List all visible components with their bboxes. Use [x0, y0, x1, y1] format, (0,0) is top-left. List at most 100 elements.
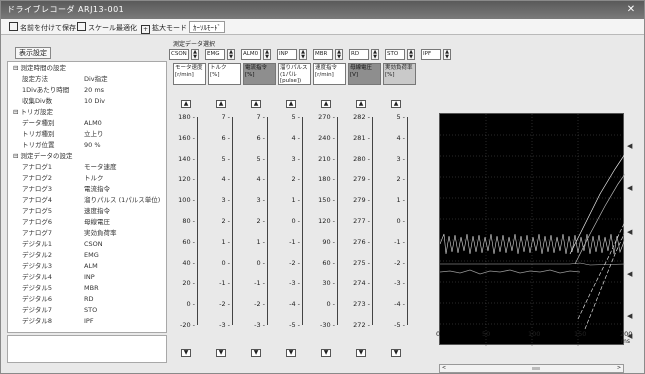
save-as-button[interactable]: 名前を付けて保存 [5, 21, 80, 33]
tree-item-key: デジタル8 [22, 317, 53, 325]
tree-item[interactable]: アナログ3 電流指令 [8, 185, 166, 195]
tree-item[interactable]: アナログ4 溜りパルス (1パルス単位) [8, 196, 166, 206]
scale-up-icon[interactable]: ▲ [181, 100, 191, 108]
tree-item-key: アナログ3 [22, 185, 53, 193]
axis-tick: 2 - [256, 217, 265, 225]
tree-item[interactable]: デジタル4 INP [8, 273, 166, 283]
scroll-right-icon[interactable]: > [615, 365, 623, 372]
tree-item[interactable]: 収集Div数 10 Div [8, 97, 166, 107]
axis-tick: 4 - [396, 133, 405, 142]
tree-section[interactable]: ⊟ 測定データの設定 [8, 152, 166, 162]
zoom-mode-button[interactable]: + 拡大モード [137, 21, 191, 34]
tree-item[interactable]: データ種別 ALM0 [8, 119, 166, 129]
x-tick: 0 [436, 330, 441, 338]
right-marker: ◀ [627, 228, 633, 236]
axis-tick: 3 - [221, 196, 230, 205]
axis-tick: 3 - [396, 154, 405, 163]
tree-item[interactable]: アナログ7 実効負荷率 [8, 229, 166, 239]
tree-item-key: トリガ種別 [22, 130, 55, 138]
axis-line [407, 117, 408, 325]
axis-tick: 282 - [353, 113, 370, 121]
axis-tick: 20 - [182, 279, 195, 288]
tree-item-value: 10 Div [84, 97, 105, 105]
tree-item-key: 設定方法 [22, 75, 48, 83]
scale-down-icon[interactable]: ▼ [321, 349, 331, 357]
tree-item[interactable]: デジタル7 STO [8, 306, 166, 316]
tree-item[interactable]: トリガ位置 90 % [8, 141, 166, 151]
right-marker: ◀ [627, 332, 633, 340]
axis-tick: -5 - [394, 321, 405, 329]
tree-item[interactable]: デジタル2 EMG [8, 251, 166, 261]
tree-section[interactable]: ⊟ 測定時間の設定 [8, 64, 166, 74]
axis-tick: 0 - [291, 217, 300, 225]
scale-up-icon[interactable]: ▲ [321, 100, 331, 108]
axis-tick: 2 - [396, 175, 405, 184]
tree-item[interactable]: デジタル1 CSON [8, 240, 166, 250]
spin-icon[interactable]: ▲ ▼ [443, 49, 451, 60]
axis-tick: 100 - [178, 196, 195, 205]
zoom-mode-label: 拡大モード [152, 24, 187, 32]
axis-tick: 0 - [326, 300, 335, 309]
tree-section[interactable]: ⊟ トリガ設定 [8, 108, 166, 118]
right-marker: ◀ [627, 312, 633, 320]
tree-item[interactable]: アナログ1 モータ速度 [8, 163, 166, 173]
axis-tick: -4 - [394, 300, 405, 309]
scroll-left-icon[interactable]: < [440, 365, 448, 372]
scale-up-icon[interactable]: ▲ [286, 100, 296, 108]
scale-up-icon[interactable]: ▲ [391, 100, 401, 108]
axis-tick: 60 - [322, 258, 335, 267]
scale-down-icon[interactable]: ▼ [356, 349, 366, 357]
tree-item-value: モータ速度 [84, 163, 117, 171]
tree-item[interactable]: デジタル6 RD [8, 295, 166, 305]
waveform-plot[interactable] [439, 113, 626, 346]
scale-down-icon[interactable]: ▼ [216, 349, 226, 357]
close-icon[interactable]: ✕ [624, 3, 638, 16]
tree-item[interactable]: アナログ2 トルク [8, 174, 166, 184]
scale-down-icon[interactable]: ▼ [251, 349, 261, 357]
axis-tick: 90 - [322, 237, 335, 246]
axis-line [337, 117, 338, 325]
tree-item-key: 収集Div数 [22, 97, 53, 105]
scale-up-icon[interactable]: ▲ [356, 100, 366, 108]
axis-tick: 0 - [396, 217, 405, 225]
tree-item[interactable]: デジタル3 ALM [8, 262, 166, 272]
scale-down-icon[interactable]: ▼ [391, 349, 401, 357]
axis-tick: -1 - [219, 279, 230, 288]
axis-tick: 2 - [221, 217, 230, 225]
tree-item[interactable]: アナログ6 母線電圧 [8, 218, 166, 228]
axis-tick: 5 - [256, 154, 265, 163]
zoom-icon: + [141, 25, 150, 34]
tree-item[interactable]: アナログ5 速度指令 [8, 207, 166, 217]
axis-tick: 240 - [318, 133, 335, 142]
scale-down-icon[interactable]: ▼ [181, 349, 191, 357]
tree-item-value: 実効負荷率 [84, 229, 117, 237]
scale-up-icon[interactable]: ▲ [216, 100, 226, 108]
axis-tick: 80 - [182, 217, 195, 225]
cursor-mode-button[interactable]: ｶｰｿﾙﾓｰﾄﾞ [189, 21, 225, 33]
tree-item-value: ALM [84, 262, 98, 270]
scale-down-icon[interactable]: ▼ [286, 349, 296, 357]
scale-optimize-label: スケール最適化 [88, 24, 137, 32]
horizontal-scrollbar[interactable]: < > [439, 364, 624, 373]
scale-up-icon[interactable]: ▲ [251, 100, 261, 108]
axis-line [232, 117, 233, 325]
axis-tick: 0 - [221, 258, 230, 267]
display-settings-button[interactable]: 表示設定 [15, 47, 51, 59]
tree-item-key: データ種別 [22, 119, 55, 127]
tree-item[interactable]: 設定方法 Div指定 [8, 75, 166, 85]
tree-item-value: EMG [84, 251, 99, 259]
tree-item-value: INP [84, 273, 95, 281]
tree-item[interactable]: デジタル8 IPF [8, 317, 166, 327]
axis-tick: 30 - [322, 279, 335, 288]
channel-axes: ▲ ▼ 180 - 160 - 140 - 120 - 100 - 80 - 60 - 40 - 2… [169, 39, 439, 369]
axis-tick: 3 - [291, 154, 300, 163]
tree-item[interactable]: デジタル5 MBR [8, 284, 166, 294]
trace-ripple [439, 233, 626, 255]
save-icon [9, 22, 18, 31]
tree-item-key: デジタル7 [22, 306, 53, 314]
tree-item[interactable]: 1Divあたり時間 20 ms [8, 86, 166, 96]
axis-line [267, 117, 268, 325]
tree-item[interactable]: トリガ種別 立上り [8, 130, 166, 140]
scroll-thumb[interactable] [532, 367, 540, 370]
scale-optimize-button[interactable]: スケール最適化 [73, 21, 141, 33]
